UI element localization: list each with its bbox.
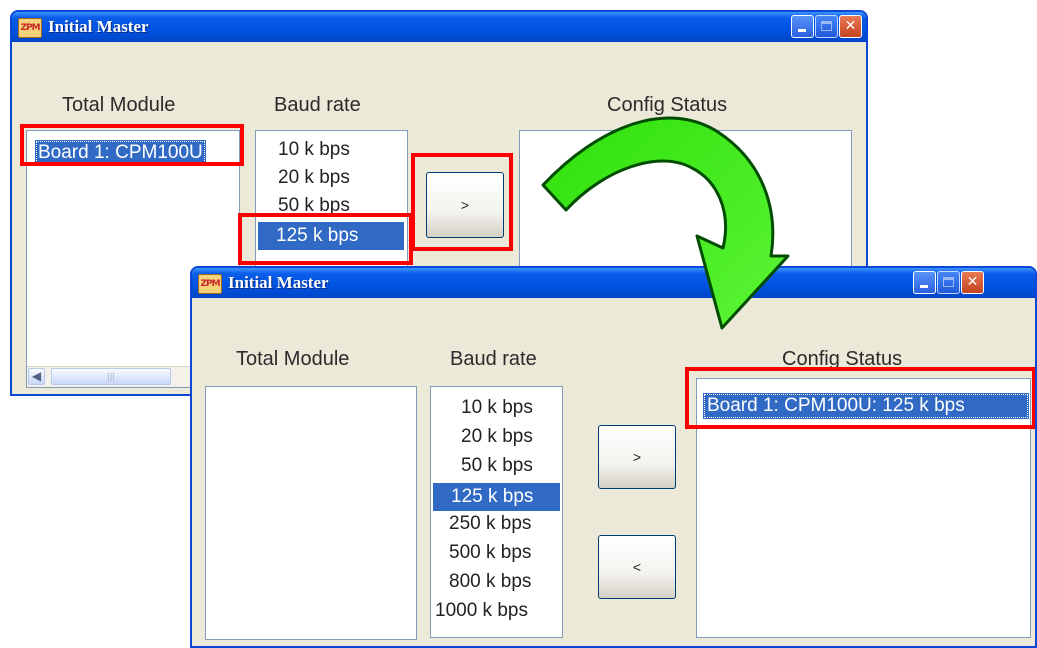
- arrow-shape: [541, 116, 790, 330]
- green-arrow-icon: [541, 116, 790, 330]
